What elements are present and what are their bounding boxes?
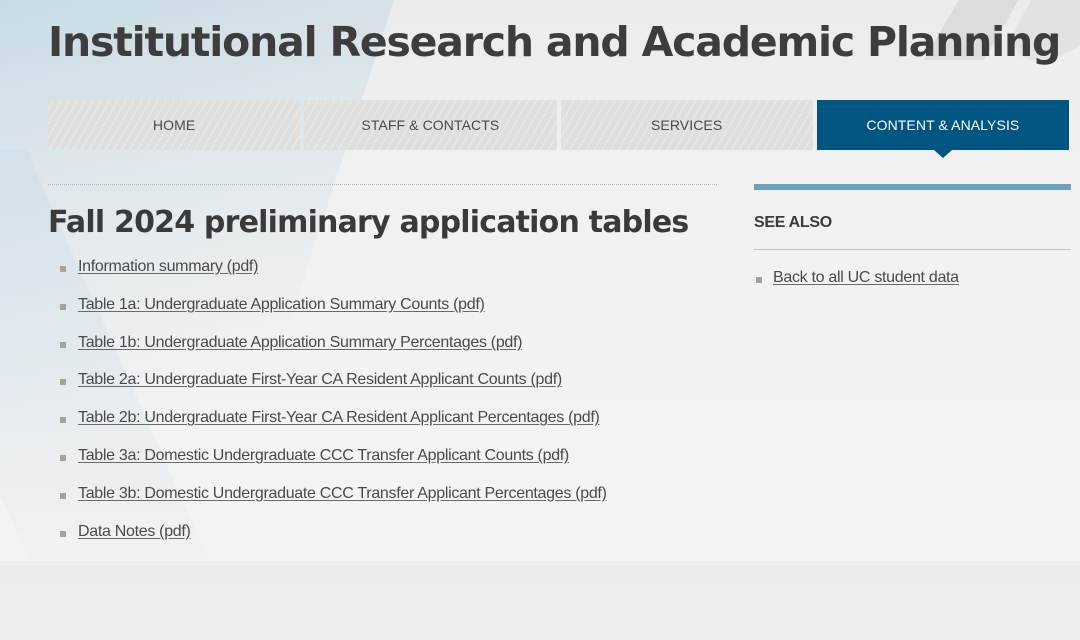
square-bullet-icon (60, 341, 66, 348)
see-also-list: Back to all UC student data (754, 269, 1071, 287)
document-link[interactable]: Table 2a: Undergraduate First-Year CA Re… (78, 371, 562, 389)
sidebar-title: SEE ALSO (754, 214, 832, 231)
square-bullet-icon (60, 417, 66, 424)
main-navigation: HOME STAFF & CONTACTS SERVICES CONTENT &… (48, 100, 1069, 158)
sidebar-divider (754, 249, 1071, 250)
square-bullet-icon (756, 277, 762, 283)
nav-item-label: HOME (152, 117, 196, 133)
content-divider (48, 184, 717, 185)
list-item: Back to all UC student data (754, 269, 1071, 287)
document-link[interactable]: Table 3a: Domestic Undergraduate CCC Tra… (78, 447, 569, 465)
document-link[interactable]: Table 1a: Undergraduate Application Summ… (78, 296, 485, 314)
list-item: Table 2a: Undergraduate First-Year CA Re… (48, 371, 717, 409)
document-link-list: Information summary (pdf) Table 1a: Unde… (48, 258, 717, 560)
back-to-student-data-link[interactable]: Back to all UC student data (773, 269, 959, 286)
nav-item-label: CONTENT & ANALYSIS (866, 117, 1020, 133)
main-content: Fall 2024 preliminary application tables… (48, 184, 717, 560)
site-title[interactable]: Institutional Research and Academic Plan… (48, 18, 1061, 66)
document-link[interactable]: Data Notes (pdf) (78, 523, 191, 541)
square-bullet-icon (60, 303, 66, 310)
sidebar-accent-bar (754, 184, 1071, 190)
square-bullet-icon (60, 492, 66, 499)
document-link[interactable]: Table 2b: Undergraduate First-Year CA Re… (78, 409, 600, 427)
list-item: Table 2b: Undergraduate First-Year CA Re… (48, 409, 717, 447)
list-item: Information summary (pdf) (48, 258, 717, 296)
nav-item-services[interactable]: SERVICES (560, 100, 813, 150)
nav-item-content-analysis[interactable]: CONTENT & ANALYSIS (816, 100, 1069, 158)
list-item: Table 3a: Domestic Undergraduate CCC Tra… (48, 447, 717, 485)
list-item: Table 1b: Undergraduate Application Summ… (48, 334, 717, 372)
square-bullet-icon (60, 530, 66, 537)
page-heading: Fall 2024 preliminary application tables (48, 205, 689, 240)
list-item: Data Notes (pdf) (48, 523, 717, 561)
document-link[interactable]: Table 3b: Domestic Undergraduate CCC Tra… (78, 485, 607, 503)
square-bullet-icon (60, 266, 66, 272)
nav-item-staff-contacts[interactable]: STAFF & CONTACTS (304, 100, 557, 150)
nav-item-home[interactable]: HOME (48, 100, 301, 150)
document-link[interactable]: Table 1b: Undergraduate Application Summ… (78, 334, 522, 352)
square-bullet-icon (60, 454, 66, 461)
nav-item-label: SERVICES (650, 117, 723, 133)
list-item: Table 1a: Undergraduate Application Summ… (48, 296, 717, 334)
see-also-sidebar: SEE ALSO Back to all UC student data (754, 184, 1071, 287)
square-bullet-icon (60, 379, 66, 386)
list-item: Table 3b: Domestic Undergraduate CCC Tra… (48, 485, 717, 523)
nav-item-label: STAFF & CONTACTS (361, 117, 500, 133)
document-link[interactable]: Information summary (pdf) (78, 258, 258, 276)
